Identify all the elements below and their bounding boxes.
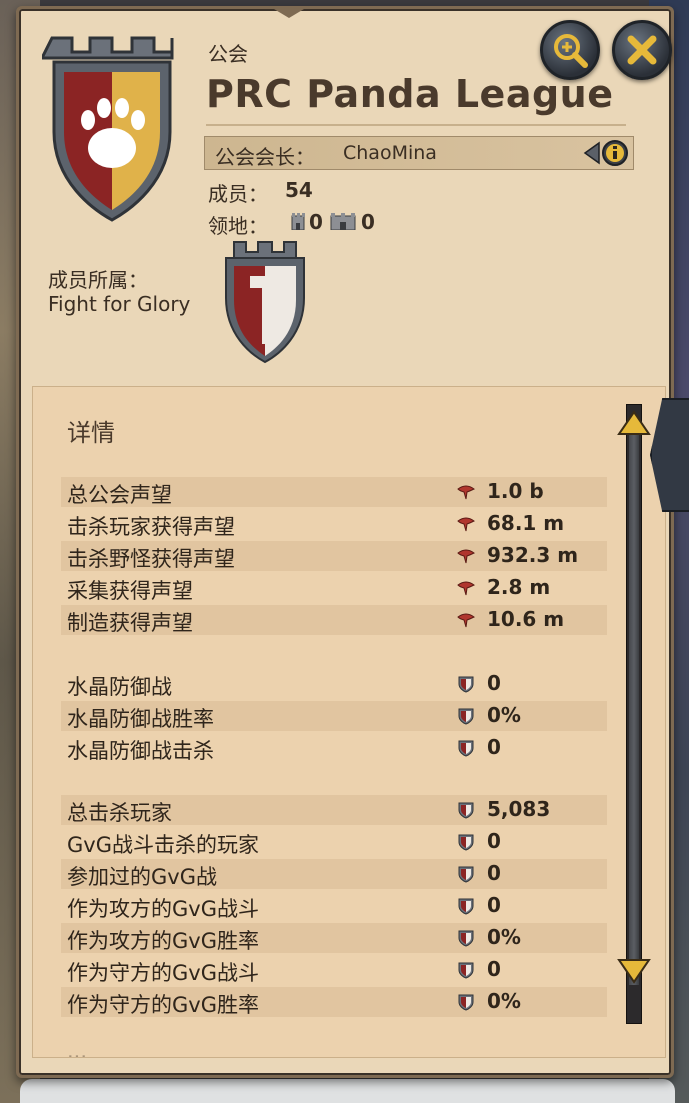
leader-name: ChaoMina bbox=[343, 142, 437, 164]
stat-row: 水晶防御战击杀 0 bbox=[61, 733, 607, 763]
stat-label: 作为攻方的GvG战斗 bbox=[67, 897, 259, 921]
stat-value: 0 bbox=[487, 671, 501, 695]
stat-row: 水晶防御战 0 bbox=[61, 669, 607, 699]
territory-castles: 0 bbox=[309, 210, 323, 234]
stat-value: 0 bbox=[487, 829, 501, 853]
stat-row: 采集获得声望 2.8 m bbox=[61, 573, 607, 603]
stat-label: 参加过的GvG战 bbox=[67, 865, 217, 889]
members-label: 成员： bbox=[208, 182, 268, 206]
stat-row: 总击杀玩家 5,083 bbox=[61, 795, 607, 825]
shield-stat-icon bbox=[458, 962, 474, 979]
stat-label: 制造获得声望 bbox=[67, 611, 193, 635]
castle-icon bbox=[291, 213, 305, 230]
stat-value: 0 bbox=[487, 957, 501, 981]
stat-value: 0% bbox=[487, 925, 521, 949]
stat-label: 作为攻方的GvG胜率 bbox=[67, 929, 259, 953]
guild-leader-bar: 公会会长： ChaoMina bbox=[204, 136, 634, 170]
stat-value: 2.8 m bbox=[487, 575, 551, 599]
shield-stat-icon bbox=[458, 740, 474, 757]
stat-row: 击杀玩家获得声望 68.1 m bbox=[61, 509, 607, 539]
close-icon bbox=[627, 35, 657, 65]
details-title: 详情 bbox=[67, 419, 115, 447]
stat-row: 作为守方的GvG胜率 0% bbox=[61, 987, 607, 1017]
stat-value: 0% bbox=[487, 703, 521, 727]
guild-crest-icon bbox=[42, 36, 174, 222]
zoom-in-icon bbox=[554, 34, 588, 68]
stat-label: 总公会声望 bbox=[67, 483, 172, 507]
scroll-down-arrow-icon[interactable] bbox=[617, 958, 651, 984]
scrollbar[interactable] bbox=[626, 404, 642, 1024]
shield-stat-icon bbox=[458, 708, 474, 725]
shield-stat-icon bbox=[458, 802, 474, 819]
stat-label: 水晶防御战胜率 bbox=[67, 707, 214, 731]
stat-label: 击杀野怪获得声望 bbox=[67, 547, 235, 571]
stat-label: 总击杀玩家 bbox=[67, 801, 172, 825]
shield-stat-icon bbox=[458, 834, 474, 851]
stat-row: GvG战斗击杀的玩家 0 bbox=[61, 827, 607, 857]
stat-label: 作为守方的GvG战斗 bbox=[67, 961, 259, 985]
stat-value: 0 bbox=[487, 861, 501, 885]
stat-label: GvG战斗击杀的玩家 bbox=[67, 833, 259, 857]
fame-icon bbox=[457, 613, 475, 628]
outpost-icon bbox=[330, 213, 356, 230]
bottom-bar bbox=[20, 1079, 675, 1103]
zoom-button[interactable] bbox=[540, 20, 600, 80]
shield-stat-icon bbox=[458, 676, 474, 693]
territory-outposts: 0 bbox=[361, 210, 375, 234]
stat-value: 1.0 b bbox=[487, 479, 544, 503]
stat-value: 0 bbox=[487, 893, 501, 917]
fame-icon bbox=[457, 517, 475, 532]
stat-value: 68.1 m bbox=[487, 511, 565, 535]
stat-value: 5,083 bbox=[487, 797, 551, 821]
shield-stat-icon bbox=[458, 866, 474, 883]
stat-label: 水晶防御战击杀 bbox=[67, 739, 214, 763]
fame-icon bbox=[457, 581, 475, 596]
close-button[interactable] bbox=[612, 20, 672, 80]
members-count: 54 bbox=[285, 178, 313, 202]
details-panel: 详情 总公会声望 1.0 b 击杀玩家获得声望 68.1 m 击杀野怪获得声望 932.3… bbox=[32, 386, 666, 1058]
stat-label: 击杀玩家获得声望 bbox=[67, 515, 235, 539]
divider bbox=[206, 124, 626, 126]
alliance-crest-icon bbox=[225, 241, 305, 364]
info-icon[interactable] bbox=[583, 139, 631, 167]
territory-label: 领地： bbox=[208, 214, 268, 238]
stat-row: 击杀野怪获得声望 932.3 m bbox=[61, 541, 607, 571]
shield-stat-icon bbox=[458, 930, 474, 947]
stat-row: 参加过的GvG战 0 bbox=[61, 859, 607, 889]
stat-row: 作为攻方的GvG胜率 0% bbox=[61, 923, 607, 953]
stat-label: 水晶防御战 bbox=[67, 675, 172, 699]
shield-stat-icon bbox=[458, 994, 474, 1011]
stat-row: 总公会声望 1.0 b bbox=[61, 477, 607, 507]
fame-icon bbox=[457, 485, 475, 500]
guild-name: PRC Panda League bbox=[206, 72, 614, 116]
stat-row: 制造获得声望 10.6 m bbox=[61, 605, 607, 635]
stat-row: 作为守方的GvG战斗 0 bbox=[61, 955, 607, 985]
scroll-up-arrow-icon[interactable] bbox=[617, 410, 651, 436]
stat-label: 作为守方的GvG胜率 bbox=[67, 993, 259, 1017]
stat-row: 作为攻方的GvG战斗 0 bbox=[61, 891, 607, 921]
stat-row: 水晶防御战胜率 0% bbox=[61, 701, 607, 731]
section-label: 公会 bbox=[208, 42, 248, 66]
clipped-row: ··· bbox=[67, 1045, 88, 1058]
stat-value: 932.3 m bbox=[487, 543, 579, 567]
stat-value: 10.6 m bbox=[487, 607, 565, 631]
alliance-label: 成员所属： bbox=[48, 268, 148, 292]
shield-stat-icon bbox=[458, 898, 474, 915]
leader-label: 公会会长： bbox=[215, 145, 315, 169]
scrollbar-thumb[interactable] bbox=[629, 425, 639, 985]
fame-icon bbox=[457, 549, 475, 564]
stat-label: 采集获得声望 bbox=[67, 579, 193, 603]
stat-value: 0% bbox=[487, 989, 521, 1013]
alliance-name: Fight for Glory bbox=[48, 292, 191, 316]
stat-value: 0 bbox=[487, 735, 501, 759]
